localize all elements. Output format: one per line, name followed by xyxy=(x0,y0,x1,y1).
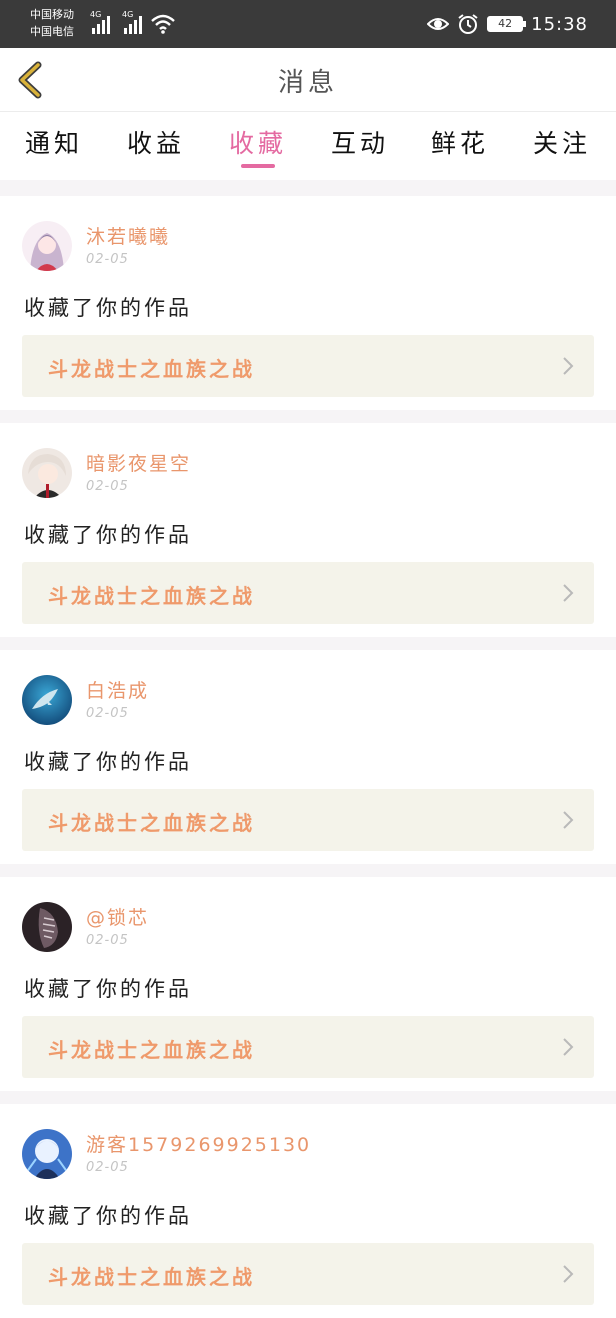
notification-card: 白浩成 02-05 收藏了你的作品 斗龙战士之血族之战 xyxy=(0,650,616,864)
work-link[interactable]: 斗龙战士之血族之战 xyxy=(22,789,594,851)
notification-date: 02-05 xyxy=(86,252,129,267)
alarm-icon xyxy=(458,14,478,34)
status-bar: 中国移动 中国电信 4G 4G 42 15:38 xyxy=(0,0,616,48)
notification-action: 收藏了你的作品 xyxy=(24,750,192,774)
battery-level: 42 xyxy=(498,17,513,30)
username[interactable]: @锁芯 xyxy=(86,903,149,930)
wifi-icon xyxy=(151,14,175,34)
clock: 15:38 xyxy=(531,13,588,35)
notification-action: 收藏了你的作品 xyxy=(24,296,192,320)
app-header: 消息 xyxy=(0,48,616,112)
notification-action: 收藏了你的作品 xyxy=(24,523,192,547)
notification-action: 收藏了你的作品 xyxy=(24,1204,192,1228)
carrier-info: 中国移动 中国电信 xyxy=(30,6,74,40)
battery-icon: 42 xyxy=(487,16,527,32)
chevron-right-icon xyxy=(563,584,574,602)
work-title: 斗龙战士之血族之战 xyxy=(48,357,255,381)
work-title: 斗龙战士之血族之战 xyxy=(48,584,255,608)
chevron-right-icon xyxy=(563,811,574,829)
username[interactable]: 暗影夜星空 xyxy=(86,449,191,476)
work-title: 斗龙战士之血族之战 xyxy=(48,811,255,835)
username[interactable]: 白浩成 xyxy=(86,676,149,703)
network-type-2: 4G xyxy=(122,10,134,19)
notification-date: 02-05 xyxy=(86,479,129,494)
tab-favorites[interactable]: 收藏 xyxy=(208,124,308,160)
page-title: 消息 xyxy=(277,68,338,98)
work-link[interactable]: 斗龙战士之血族之战 xyxy=(22,1243,594,1305)
carrier-2: 中国电信 xyxy=(30,25,74,38)
avatar[interactable] xyxy=(22,902,72,952)
notification-card: 沐若曦曦 02-05 收藏了你的作品 斗龙战士之血族之战 xyxy=(0,196,616,410)
avatar[interactable] xyxy=(22,221,72,271)
eye-icon xyxy=(427,18,450,30)
work-link[interactable]: 斗龙战士之血族之战 xyxy=(22,335,594,397)
signal-icon: 4G xyxy=(90,10,110,34)
chevron-right-icon xyxy=(563,1265,574,1283)
avatar[interactable] xyxy=(22,675,72,725)
notification-action: 收藏了你的作品 xyxy=(24,977,192,1001)
work-link[interactable]: 斗龙战士之血族之战 xyxy=(22,1016,594,1078)
tab-earnings[interactable]: 收益 xyxy=(106,124,206,160)
work-link[interactable]: 斗龙战士之血族之战 xyxy=(22,562,594,624)
notification-card: @锁芯 02-05 收藏了你的作品 斗龙战士之血族之战 xyxy=(0,877,616,1091)
avatar[interactable] xyxy=(22,1129,72,1179)
work-title: 斗龙战士之血族之战 xyxy=(48,1038,255,1062)
avatar[interactable] xyxy=(22,448,72,498)
tab-notices[interactable]: 通知 xyxy=(4,124,104,160)
chevron-right-icon xyxy=(563,1038,574,1056)
carrier-1: 中国移动 xyxy=(30,8,74,21)
notification-date: 02-05 xyxy=(86,933,129,948)
username[interactable]: 沐若曦曦 xyxy=(86,222,170,249)
notification-date: 02-05 xyxy=(86,1160,129,1175)
signal-icon: 4G xyxy=(122,10,142,34)
tab-flowers[interactable]: 鲜花 xyxy=(410,124,510,160)
network-type-1: 4G xyxy=(90,10,102,19)
tab-bar: 通知 收益 收藏 互动 鲜花 关注 xyxy=(0,112,616,180)
username[interactable]: 游客1579269925130 xyxy=(86,1130,311,1157)
work-title: 斗龙战士之血族之战 xyxy=(48,1265,255,1289)
chevron-right-icon xyxy=(563,357,574,375)
tab-interactions[interactable]: 互动 xyxy=(310,124,410,160)
notification-date: 02-05 xyxy=(86,706,129,721)
notification-card: 游客1579269925130 02-05 收藏了你的作品 斗龙战士之血族之战 xyxy=(0,1104,616,1318)
tab-follows[interactable]: 关注 xyxy=(512,124,612,160)
notification-card: 暗影夜星空 02-05 收藏了你的作品 斗龙战士之血族之战 xyxy=(0,423,616,637)
active-tab-indicator xyxy=(241,164,275,168)
